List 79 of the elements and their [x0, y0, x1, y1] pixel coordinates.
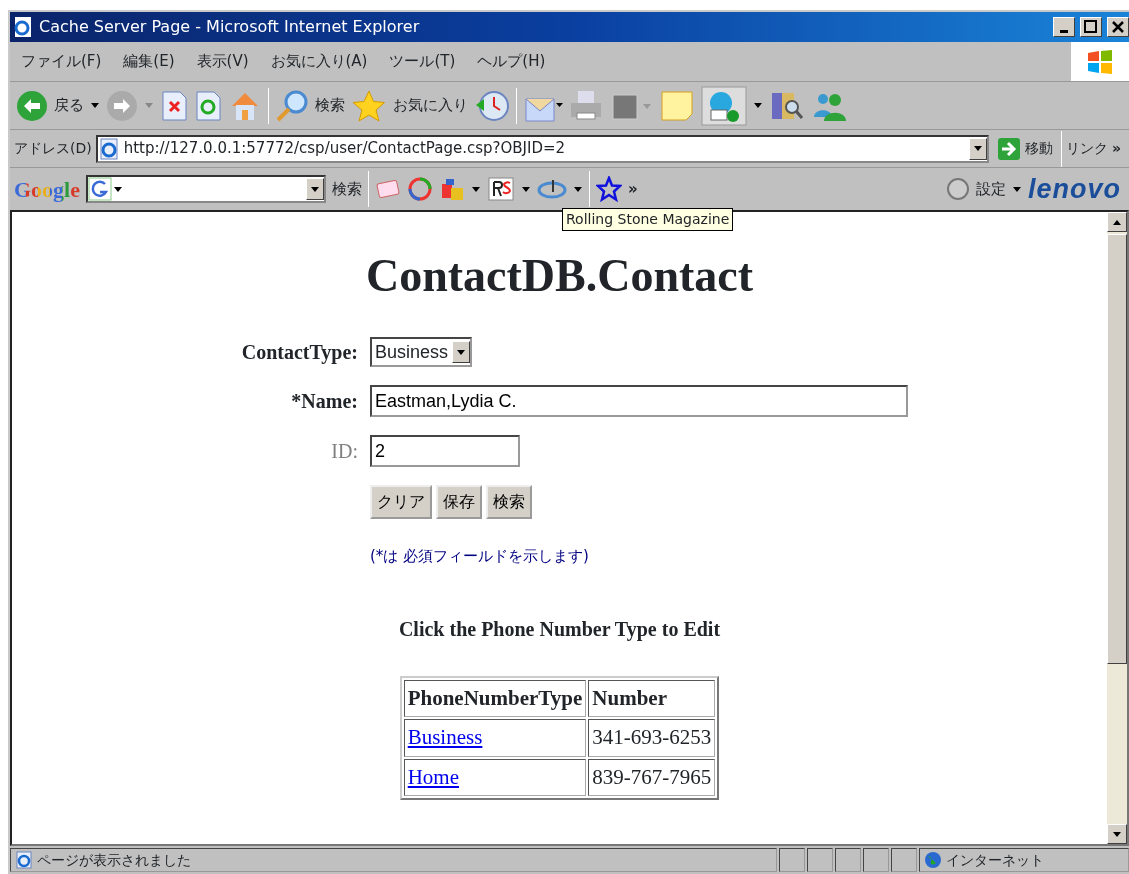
search-label[interactable]: 検索 — [315, 94, 345, 117]
status-pane — [835, 848, 861, 872]
history-clock-icon[interactable] — [474, 88, 510, 123]
input-field[interactable]: 2 — [370, 435, 520, 468]
refresh-page-icon[interactable] — [194, 89, 222, 122]
star-outline-icon[interactable] — [596, 176, 622, 202]
menu-item[interactable]: 表示(V) — [185, 50, 260, 73]
back-label[interactable]: 戻る — [54, 94, 84, 117]
scrollbar-thumb[interactable] — [1107, 234, 1127, 664]
globe-icon — [924, 851, 942, 869]
star-icon[interactable] — [351, 88, 387, 123]
minimize-button[interactable] — [1053, 17, 1075, 37]
caret-icon[interactable] — [573, 185, 583, 193]
field-label: *Name: — [290, 389, 358, 415]
down-arrow-icon — [1112, 830, 1122, 838]
address-label: アドレス(D) — [14, 139, 92, 158]
contact-type-select[interactable]: Business — [370, 337, 473, 368]
lenovo-logo: lenovo — [1028, 172, 1122, 206]
favorites-label[interactable]: お気に入り — [393, 94, 468, 117]
status-pane — [807, 848, 833, 872]
address-field[interactable]: http://127.0.0.1:57772/csp/user/ContactPage.csp?OBJID=2 — [95, 134, 989, 163]
menu-item[interactable]: お気に入り(A) — [259, 50, 379, 73]
windows-flag-icon — [1086, 47, 1114, 76]
maximize-button[interactable] — [1080, 17, 1102, 37]
status-pane — [891, 848, 917, 872]
rs-magazine-icon[interactable] — [487, 176, 515, 202]
up-arrow-icon — [1112, 218, 1122, 226]
status-pane — [779, 848, 805, 872]
field-label: ContactType: — [240, 340, 358, 366]
puzzle-icon[interactable] — [439, 176, 465, 202]
chevron-button[interactable]: » — [1111, 138, 1129, 159]
caret-icon[interactable] — [90, 102, 100, 109]
tooltip: Rolling Stone Magazine — [562, 208, 734, 231]
caret-icon — [456, 348, 467, 356]
menu-item[interactable]: 編集(E) — [112, 50, 186, 73]
menu-item[interactable]: ヘルプ(H) — [466, 50, 557, 73]
search-icon[interactable] — [275, 88, 309, 123]
menu-item[interactable]: ツール(T) — [378, 50, 467, 73]
chevron-button[interactable]: » — [628, 177, 638, 201]
status-message: ページが表示されました — [37, 850, 191, 870]
printer-icon[interactable] — [569, 88, 603, 123]
google-g-icon — [88, 177, 124, 201]
required-note: (*は 必須フィールドを示します) — [370, 546, 590, 568]
table-cell: 839-767-7965 — [588, 758, 716, 797]
input-field[interactable]: Eastman,Lydia C. — [370, 385, 908, 418]
caret-icon — [972, 145, 983, 152]
field-label: ID: — [330, 439, 358, 465]
window-title: Cache Server Page - Microsoft Internet Explorer — [39, 16, 421, 38]
form-button[interactable]: 検索 — [486, 485, 532, 520]
status-pane — [863, 848, 889, 872]
menu-item[interactable]: ファイル(F) — [10, 50, 113, 73]
search-label[interactable]: 検索 — [332, 177, 362, 201]
phone-type-link[interactable]: Home — [407, 764, 459, 789]
minimize-icon — [1060, 30, 1068, 33]
caret-icon — [310, 185, 320, 193]
go-button[interactable]: 移動 — [992, 136, 1057, 161]
column-header: PhoneNumberType — [403, 679, 587, 718]
column-header: Number — [588, 679, 716, 718]
security-zone: インターネット — [946, 850, 1044, 870]
browser-icon — [12, 16, 34, 38]
caret-icon[interactable] — [471, 185, 481, 193]
form-button[interactable]: 保存 — [436, 485, 482, 520]
close-button[interactable] — [1107, 17, 1129, 37]
radio-button-icon[interactable] — [946, 177, 970, 201]
google-search-field[interactable] — [86, 175, 326, 203]
caret-icon[interactable] — [521, 185, 531, 193]
form-button[interactable]: クリア — [370, 485, 432, 520]
page-icon — [15, 851, 33, 869]
caret-icon[interactable] — [753, 102, 763, 109]
settings-button[interactable]: 設定 — [976, 177, 1006, 201]
scroll-down-button[interactable] — [1107, 824, 1127, 844]
table-caption: Click the Phone Number Type to Edit — [398, 616, 721, 643]
stop-page-icon[interactable] — [160, 89, 188, 122]
caret-icon[interactable] — [1012, 185, 1022, 193]
table-cell: 341-693-6253 — [588, 719, 716, 757]
scroll-up-button[interactable] — [1107, 212, 1127, 232]
links-label[interactable]: リンク — [1065, 138, 1108, 159]
page-icon — [97, 137, 120, 160]
page-heading: ContactDB.Contact — [365, 249, 754, 303]
